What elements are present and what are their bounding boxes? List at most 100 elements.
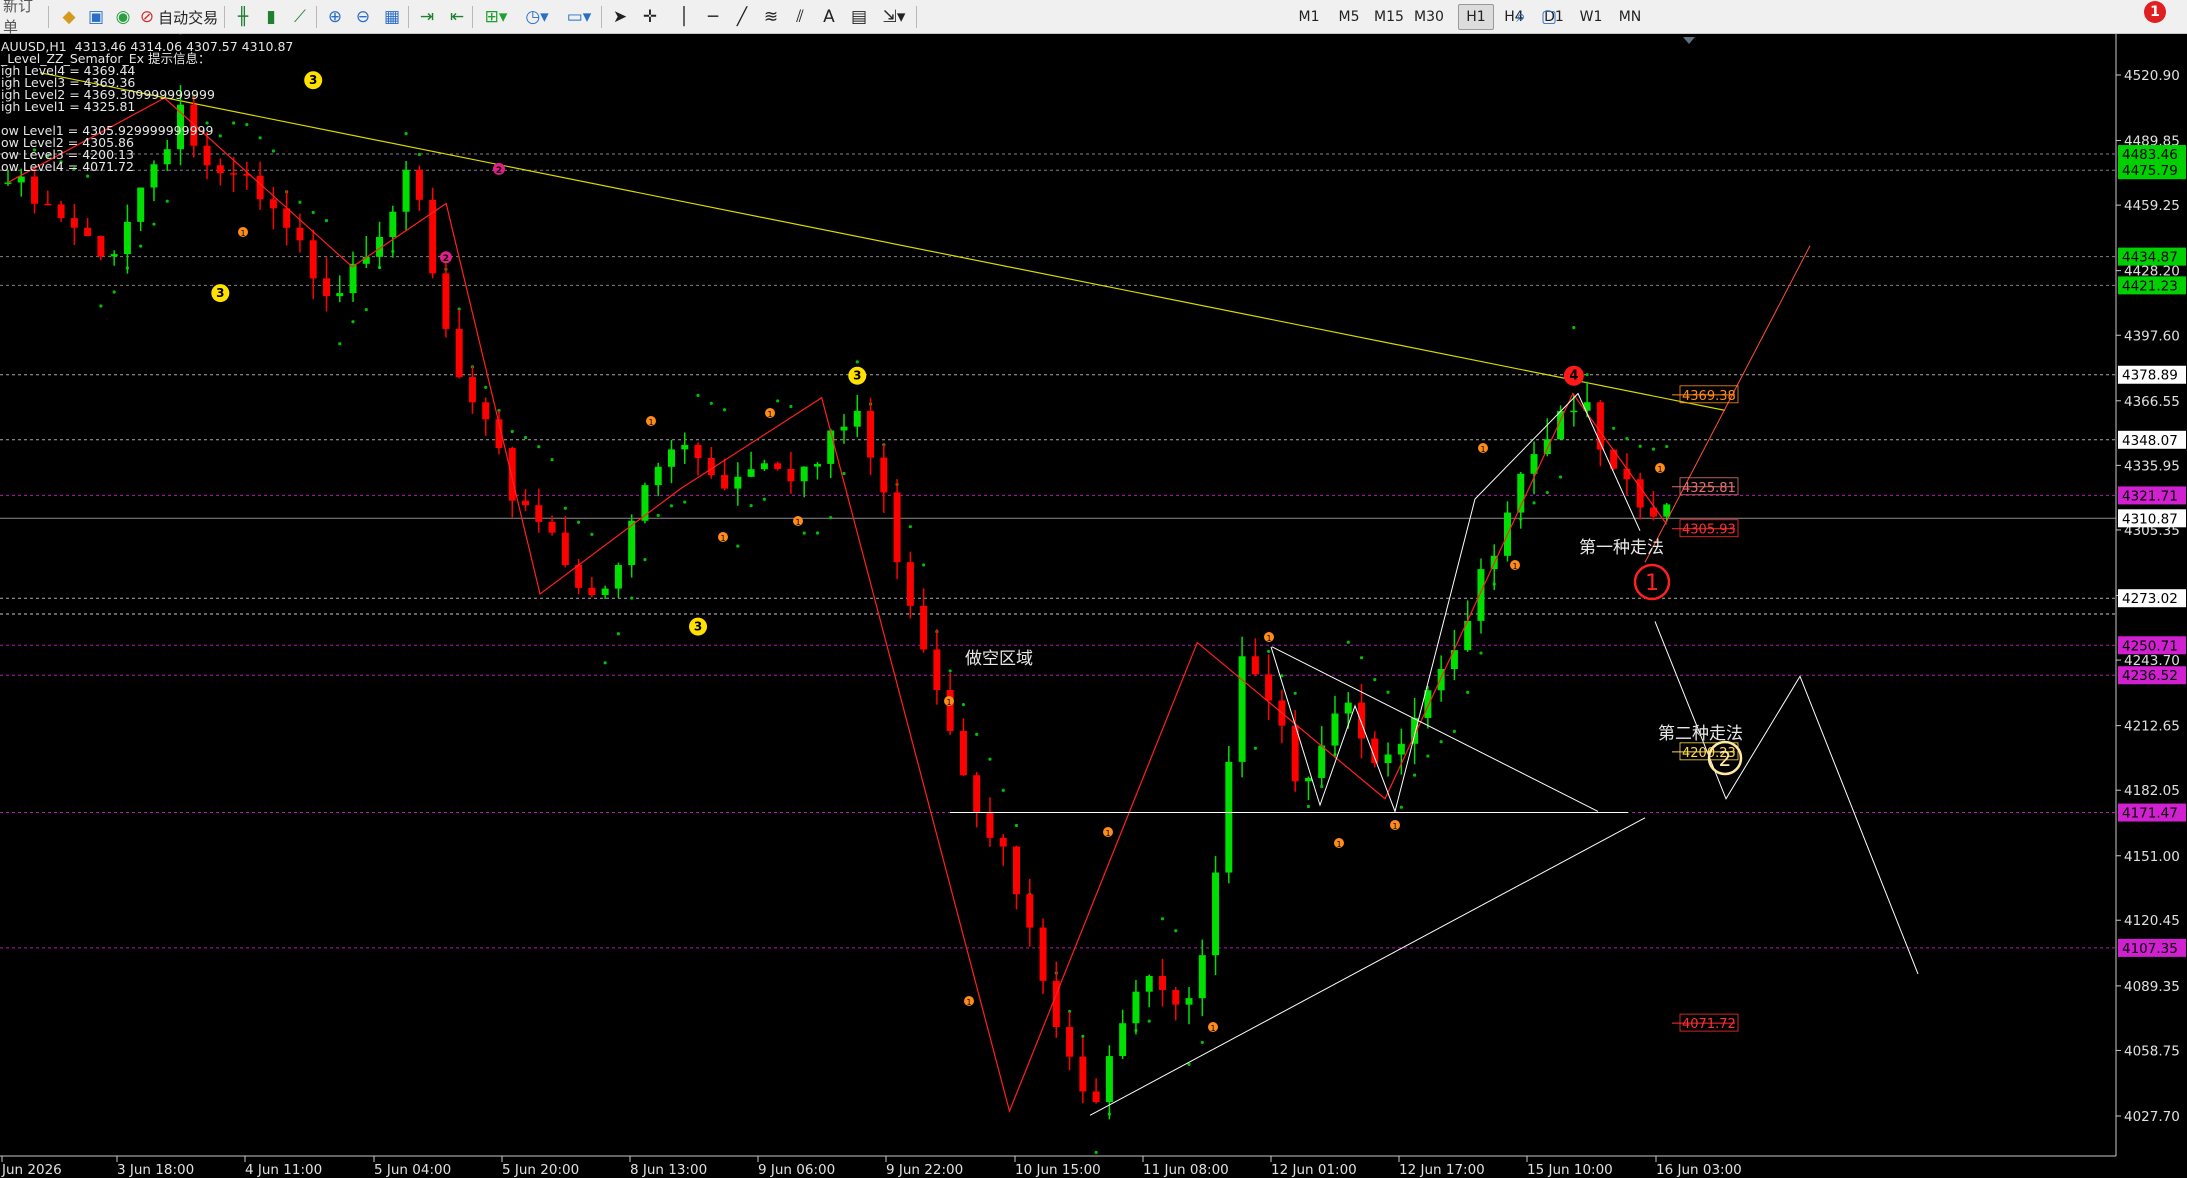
bull-candle — [654, 466, 662, 486]
indicators-button[interactable]: ⊞▾ — [477, 4, 515, 30]
chat-button[interactable]: ▢ — [1536, 4, 1562, 30]
bar-chart-button[interactable]: ╫ — [230, 4, 256, 30]
bull-candle — [747, 469, 755, 477]
bull-candle — [827, 430, 835, 464]
zoom-out-button[interactable]: ⊖ — [350, 4, 376, 30]
bear-candle — [973, 775, 981, 812]
cursor-button[interactable]: ➤ — [607, 4, 633, 30]
navigator-icon: ▣ — [87, 6, 105, 27]
auto-trading-button[interactable]: ⊘ 自动交易 — [138, 4, 220, 30]
scenario-one-label: 第一种走法 — [1579, 538, 1664, 558]
timeframe-mn[interactable]: MN — [1612, 4, 1648, 30]
time-tick-label: 9 Jun 22:00 — [886, 1162, 963, 1178]
line-chart-button[interactable]: ⟋ — [287, 4, 313, 30]
label-button[interactable]: ▤ — [846, 4, 872, 30]
sar-dot — [1532, 501, 1536, 505]
bull-candle — [110, 254, 118, 257]
indicator-level-line: ow Level4 = 4071.72 — [1, 159, 134, 174]
sar-dot — [404, 132, 408, 136]
autoscroll-button[interactable]: ⇤ — [444, 4, 470, 30]
periods-button[interactable]: ◷▾ — [518, 4, 556, 30]
alert-badge[interactable]: 1 — [2144, 1, 2166, 23]
price-tick-label: 4397.60 — [2124, 328, 2180, 344]
price-tag-label: 4107.35 — [2122, 941, 2178, 957]
bull-candle — [1450, 650, 1458, 669]
sar-dot — [656, 513, 660, 517]
crosshair-button[interactable]: ✛ — [637, 4, 663, 30]
bear-candle — [84, 227, 92, 237]
arrows-button[interactable]: ⇲▾ — [875, 4, 913, 30]
sar-dot — [1426, 754, 1430, 758]
new-order-button[interactable]: 新订单 — [3, 0, 47, 36]
sar-dot — [616, 632, 621, 636]
sar-dot — [961, 703, 966, 707]
price-tag-label: 4378.89 — [2122, 368, 2178, 384]
bull-candle — [163, 149, 171, 165]
auto-trading-label: 自动交易 — [158, 8, 219, 27]
bear-candle — [97, 236, 105, 257]
price-axis: 4520.904489.854459.254428.204397.604366.… — [2115, 34, 2187, 1178]
chart-shift-button[interactable]: ⇥ — [414, 4, 440, 30]
candlestick-button[interactable]: ▮ — [258, 4, 284, 30]
bear-candle — [561, 532, 569, 566]
price-tag-label: 4421.23 — [2122, 278, 2178, 294]
bear-candle — [1265, 674, 1273, 701]
sar-dot — [1320, 784, 1324, 789]
toolbar-separator — [224, 6, 225, 28]
price-tag-label: 4310.87 — [2122, 511, 2178, 527]
templates-button[interactable]: ▭▾ — [560, 4, 598, 30]
price-chart[interactable]: 3 3 2 2 3 3 4 1 1 1 1 1 1 1 1 1 1 1 1 1 1 1 4369.38 4325.81 430… — [0, 34, 2187, 1178]
sar-dot — [1094, 1150, 1098, 1154]
sar-dot — [736, 544, 740, 548]
timeframe-m30[interactable]: M30 — [1411, 4, 1447, 30]
toolbar-separator — [48, 6, 49, 28]
sar-dot — [258, 136, 262, 140]
channel-button[interactable]: ⫽ — [787, 4, 813, 30]
bear-candle — [707, 458, 715, 476]
timeframe-w1[interactable]: W1 — [1573, 4, 1609, 30]
text-button[interactable]: A — [816, 4, 842, 30]
trendline-button[interactable]: ╱ — [729, 4, 755, 30]
bull-candle — [1225, 761, 1233, 873]
search-button[interactable]: ⌕ — [1508, 4, 1534, 30]
bull-candle — [4, 182, 12, 184]
tile-windows-button[interactable]: ▦ — [379, 4, 405, 30]
navigator-button[interactable]: ▣ — [82, 4, 110, 30]
market-watch-button[interactable]: ◉ — [109, 4, 137, 30]
indicator-level-line: igh Level1 = 4325.81 — [1, 99, 136, 114]
toolbar-separator — [916, 6, 917, 28]
price-tick-label: 4027.70 — [2124, 1109, 2180, 1125]
sar-dot — [112, 290, 116, 294]
level-box-value: 4071.72 — [1682, 1017, 1736, 1032]
price-tick-label: 4120.45 — [2124, 913, 2180, 929]
sar-dot — [1014, 823, 1019, 828]
bear-candle — [999, 837, 1007, 847]
metaeditor-icon: ◆ — [62, 6, 76, 27]
sar-dot — [749, 504, 753, 508]
arrows-icon: ⇲▾ — [882, 6, 906, 27]
price-tag-label: 4321.71 — [2122, 488, 2178, 504]
bear-candle — [867, 410, 875, 458]
price-tick-label: 4335.95 — [2124, 458, 2180, 474]
timeframe-m15[interactable]: M15 — [1371, 4, 1407, 30]
timeframe-m5[interactable]: M5 — [1331, 4, 1367, 30]
sar-dot — [1572, 325, 1576, 330]
fibo-button[interactable]: ≋ — [758, 4, 784, 30]
horizontal-line-button[interactable]: ─ — [700, 4, 726, 30]
time-tick-label: 4 Jun 11:00 — [245, 1162, 322, 1178]
level-box-value: 4369.38 — [1682, 389, 1736, 404]
sar-dot — [683, 500, 687, 504]
vertical-line-button[interactable]: │ — [671, 4, 697, 30]
metaeditor-button[interactable]: ◆ — [55, 4, 83, 30]
sar-dot — [669, 504, 674, 508]
semafor-label: 1 — [1210, 1024, 1215, 1033]
sar-dot — [324, 219, 329, 223]
timeframe-h1[interactable]: H1 — [1458, 4, 1494, 30]
price-tick-label: 4520.90 — [2124, 68, 2180, 84]
timeframe-m1[interactable]: M1 — [1291, 4, 1327, 30]
candlestick-icon: ▮ — [266, 6, 276, 27]
zoom-in-button[interactable]: ⊕ — [322, 4, 348, 30]
sar-dot — [1386, 690, 1390, 694]
chart-shift-icon: ⇥ — [419, 6, 435, 27]
bear-candle — [1013, 846, 1021, 895]
